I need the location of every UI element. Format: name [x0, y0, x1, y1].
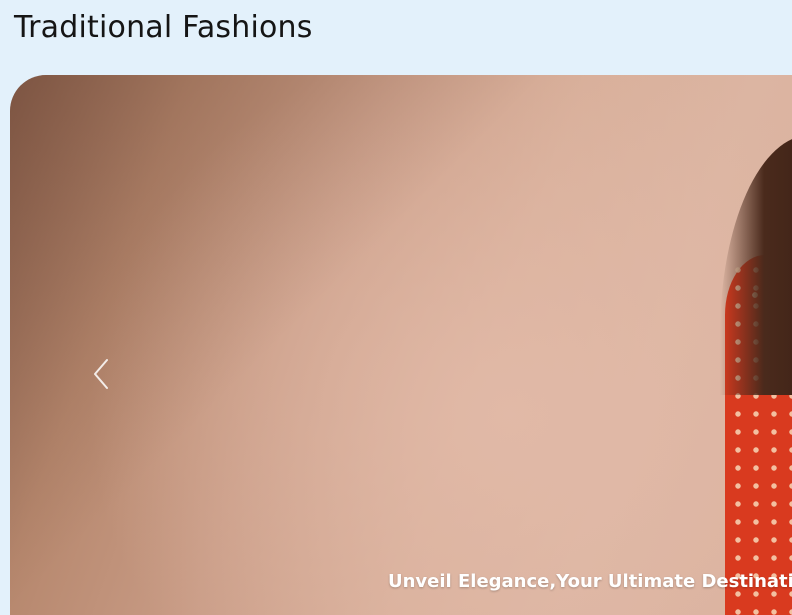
- brand-logo-text[interactable]: Traditional Fashions: [14, 10, 313, 45]
- chevron-left-icon: [94, 359, 108, 389]
- site-header: Traditional Fashions: [0, 0, 792, 75]
- hero-image-model: [710, 135, 792, 615]
- hero-carousel: Unveil Elegance,Your Ultimate Destinatio…: [10, 75, 792, 615]
- hero-image-shade: [10, 75, 792, 615]
- carousel-prev-button[interactable]: [90, 357, 114, 391]
- hero-image-hair: [720, 135, 792, 395]
- hero-caption: Unveil Elegance,Your Ultimate Destinatio…: [388, 571, 792, 592]
